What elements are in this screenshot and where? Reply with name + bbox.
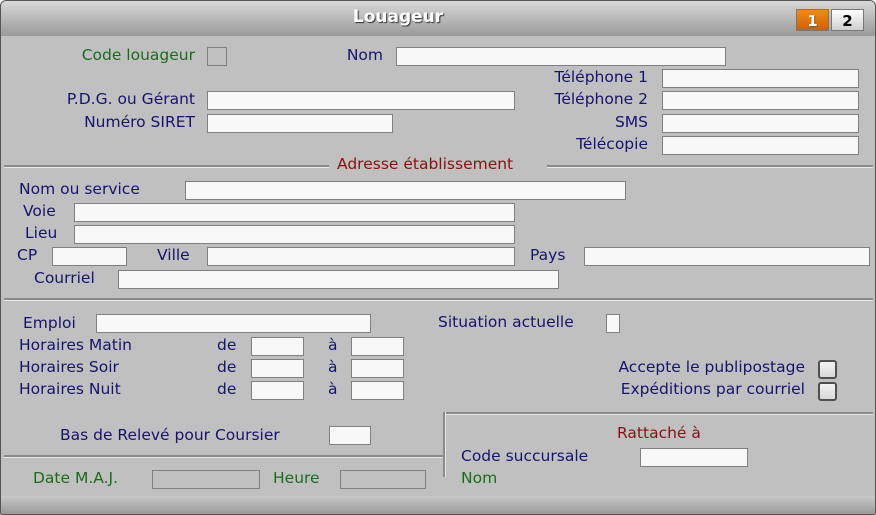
matin-de-label: de — [217, 336, 237, 354]
telephone-1-field[interactable] — [662, 69, 859, 88]
nuit-to-field[interactable] — [351, 381, 404, 400]
nom-label: Nom — [346, 46, 383, 64]
soir-de-label: de — [217, 358, 237, 376]
code-succursale-field[interactable] — [640, 448, 748, 467]
telephone-2-field[interactable] — [662, 91, 859, 110]
telecopie-label: Télécopie — [576, 135, 648, 153]
date-maj-field — [152, 470, 260, 489]
page-2-button[interactable]: 2 — [831, 9, 864, 31]
work-separator — [4, 298, 873, 301]
heure-label: Heure — [273, 469, 320, 487]
page-1-button[interactable]: 1 — [796, 9, 829, 31]
service-field[interactable] — [185, 181, 626, 200]
code-louageur-label: Code louageur — [81, 46, 195, 64]
louageur-window: Louageur 1 2 Code louageur Nom Téléphone… — [0, 0, 876, 515]
expeditions-label: Expéditions par courriel — [620, 380, 805, 398]
title-bar: Louageur 1 2 — [1, 1, 875, 36]
address-separator-right — [547, 165, 873, 168]
voie-label: Voie — [23, 202, 56, 220]
pays-label: Pays — [530, 246, 566, 264]
siret-field[interactable] — [207, 114, 393, 133]
telephone-1-label: Téléphone 1 — [554, 68, 648, 86]
lieu-field[interactable] — [74, 225, 515, 244]
situation-label: Situation actuelle — [438, 313, 574, 331]
courriel-field[interactable] — [118, 270, 559, 289]
rattache-nom-label: Nom — [461, 469, 498, 487]
heure-field — [340, 470, 426, 489]
cp-label: CP — [17, 246, 38, 264]
courriel-label: Courriel — [34, 269, 95, 287]
meta-separator — [4, 455, 444, 458]
code-louageur-field — [207, 47, 227, 66]
nuit-from-field[interactable] — [251, 381, 304, 400]
expeditions-checkbox[interactable] — [818, 382, 837, 401]
situation-field[interactable] — [606, 314, 620, 333]
pays-field[interactable] — [584, 247, 870, 266]
address-separator-left — [4, 165, 329, 168]
pdg-label: P.D.G. ou Gérant — [66, 90, 195, 108]
code-succursale-label: Code succursale — [461, 447, 589, 465]
lieu-label: Lieu — [25, 224, 58, 242]
telephone-2-label: Téléphone 2 — [554, 90, 648, 108]
service-label: Nom ou service — [19, 180, 140, 198]
date-maj-label: Date M.A.J. — [33, 469, 119, 487]
horaires-matin-label: Horaires Matin — [19, 336, 132, 354]
bas-releve-field[interactable] — [329, 426, 371, 445]
soir-a-label: à — [328, 358, 338, 376]
horaires-nuit-label: Horaires Nuit — [19, 380, 121, 398]
soir-to-field[interactable] — [351, 359, 404, 378]
nom-field[interactable] — [396, 47, 726, 66]
matin-a-label: à — [328, 336, 338, 354]
sms-label: SMS — [614, 113, 648, 131]
rattache-left-border — [443, 412, 446, 477]
pdg-field[interactable] — [207, 91, 515, 110]
matin-from-field[interactable] — [251, 337, 304, 356]
siret-label: Numéro SIRET — [84, 113, 195, 131]
soir-from-field[interactable] — [251, 359, 304, 378]
nuit-a-label: à — [328, 380, 338, 398]
horaires-soir-label: Horaires Soir — [19, 358, 119, 376]
bas-releve-label: Bas de Relevé pour Coursier — [60, 426, 280, 444]
ville-label: Ville — [157, 246, 190, 264]
emploi-field[interactable] — [96, 314, 371, 333]
nuit-de-label: de — [217, 380, 237, 398]
window-title: Louageur — [352, 7, 444, 27]
emploi-label: Emploi — [23, 314, 76, 332]
ville-field[interactable] — [207, 247, 515, 266]
voie-field[interactable] — [74, 203, 515, 222]
rattache-title: Rattaché à — [617, 424, 701, 442]
publipostage-checkbox[interactable] — [818, 360, 837, 379]
cp-field[interactable] — [52, 247, 127, 266]
matin-to-field[interactable] — [351, 337, 404, 356]
rattache-top-border — [443, 412, 873, 415]
publipostage-label: Accepte le publipostage — [618, 358, 805, 376]
status-footer — [1, 496, 875, 514]
telecopie-field[interactable] — [662, 136, 859, 155]
address-section-title: Adresse établissement — [337, 155, 514, 173]
sms-field[interactable] — [662, 114, 859, 133]
